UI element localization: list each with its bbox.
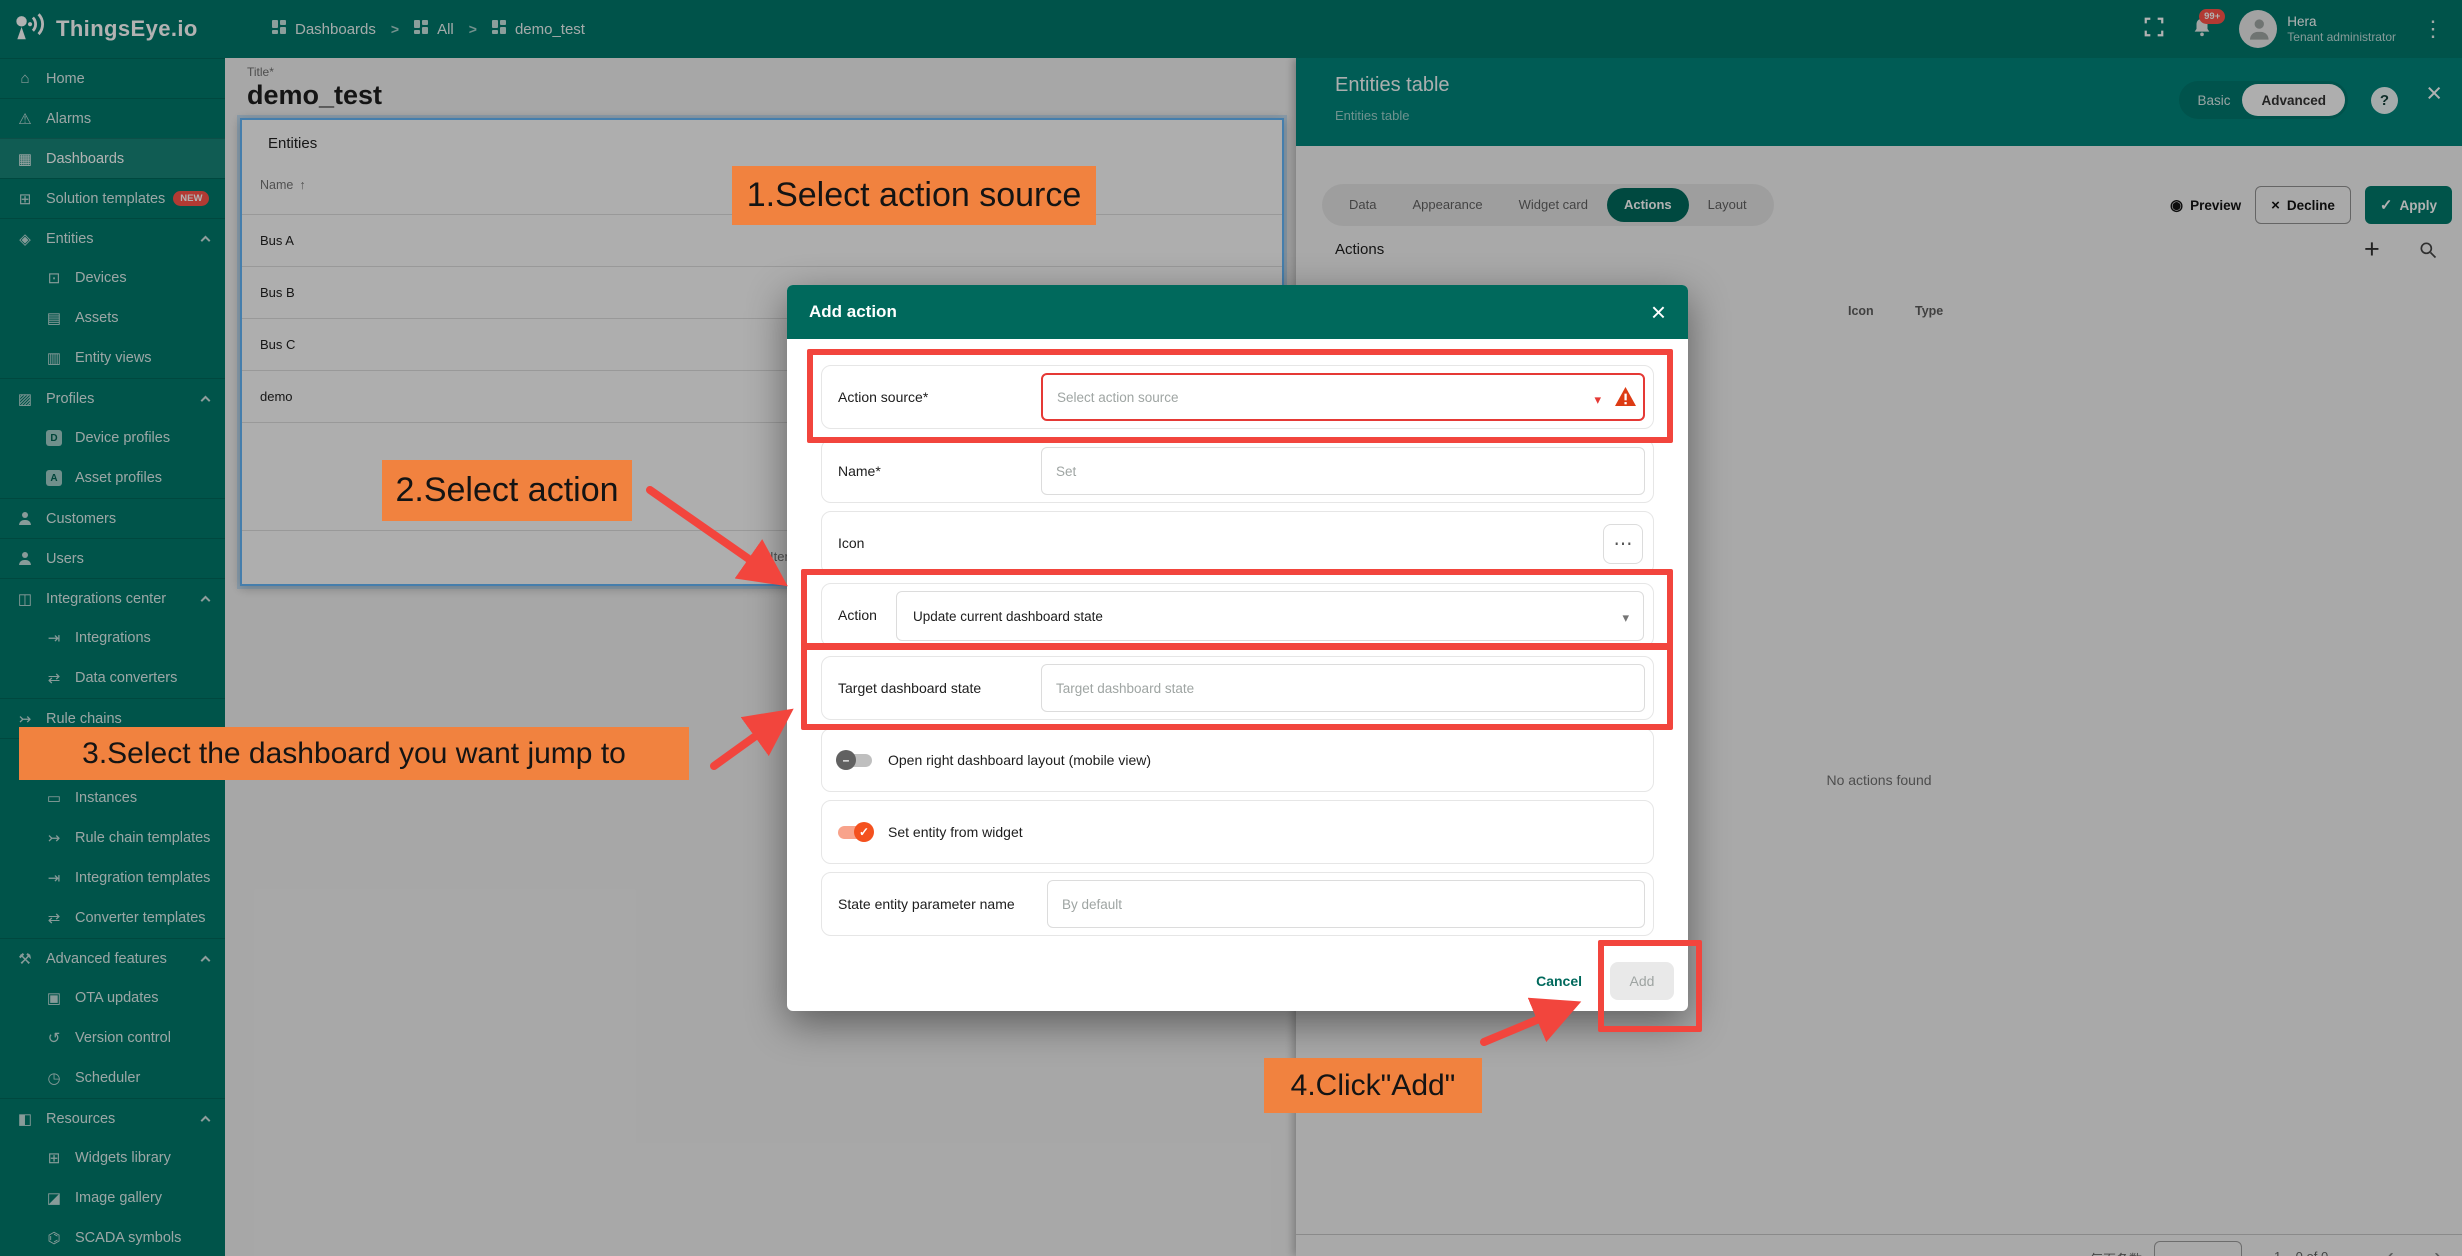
dialog-footer: Cancel Add	[1526, 961, 1674, 1001]
add-button[interactable]: Add	[1610, 962, 1674, 1000]
set-entity-label: Set entity from widget	[888, 824, 1023, 840]
mobile-layout-label: Open right dashboard layout (mobile view…	[888, 752, 1151, 768]
state-param-label: State entity parameter name	[838, 896, 1015, 912]
warning-icon	[1614, 386, 1637, 412]
mobile-layout-row: – Open right dashboard layout (mobile vi…	[821, 728, 1654, 792]
icon-row: Icon ⋯	[821, 511, 1654, 575]
action-row: Action Update current dashboard state ▾	[821, 583, 1654, 647]
add-action-dialog: Add action × Action source* ▾ Name* Icon…	[787, 285, 1688, 1011]
dropdown-caret-icon: ▾	[1622, 610, 1629, 626]
name-label: Name*	[838, 463, 881, 479]
annotation-step-4: 4.Click"Add"	[1264, 1058, 1482, 1113]
name-input[interactable]	[1041, 447, 1645, 495]
close-dialog-icon[interactable]: ×	[1651, 299, 1666, 325]
state-param-row: State entity parameter name	[821, 872, 1654, 936]
state-param-input[interactable]	[1047, 880, 1645, 928]
target-state-label: Target dashboard state	[838, 680, 981, 696]
action-label: Action	[838, 607, 877, 623]
icon-label: Icon	[838, 535, 864, 551]
set-entity-row: ✓ Set entity from widget	[821, 800, 1654, 864]
cancel-button[interactable]: Cancel	[1526, 973, 1592, 989]
thingseye-app: ThingsEye.io Dashboards>All>demo_test 99…	[0, 0, 2462, 1256]
annotation-step-2: 2.Select action	[382, 460, 632, 521]
action-source-label: Action source*	[838, 389, 928, 405]
icon-picker-button[interactable]: ⋯	[1603, 524, 1643, 564]
target-state-input[interactable]	[1041, 664, 1645, 712]
annotation-step-1: 1.Select action source	[732, 166, 1096, 225]
mobile-layout-toggle[interactable]: –	[836, 750, 874, 770]
annotation-step-3: 3.Select the dashboard you want jump to	[19, 727, 689, 780]
action-source-select[interactable]	[1041, 373, 1645, 421]
dialog-header: Add action ×	[787, 285, 1688, 339]
action-source-row: Action source* ▾	[821, 365, 1654, 429]
action-select[interactable]: Update current dashboard state ▾	[896, 591, 1644, 641]
set-entity-toggle[interactable]: ✓	[836, 822, 874, 842]
dialog-title: Add action	[809, 302, 897, 322]
name-row: Name*	[821, 439, 1654, 503]
target-state-row: Target dashboard state	[821, 656, 1654, 720]
